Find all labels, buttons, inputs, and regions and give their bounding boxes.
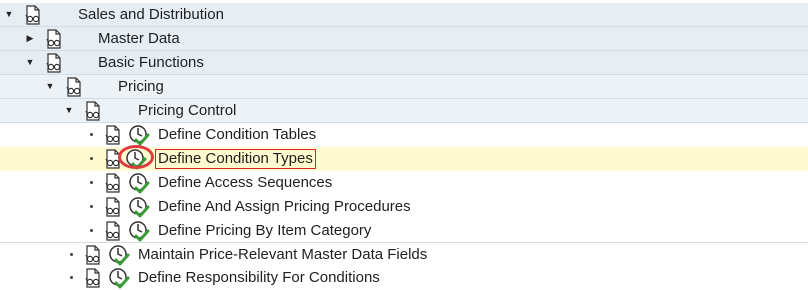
leaf-bullet bbox=[90, 205, 93, 208]
tree-label: Define And Assign Pricing Procedures bbox=[158, 198, 411, 215]
tree-label: Basic Functions bbox=[98, 54, 204, 71]
tree-label: Define Condition Types bbox=[155, 149, 316, 169]
leaf-bullet bbox=[70, 276, 73, 279]
clock-check-icon[interactable] bbox=[128, 196, 150, 218]
leaf-bullet bbox=[70, 253, 73, 256]
tree-item-define-responsibility[interactable]: Define Responsibility For Conditions bbox=[0, 266, 808, 290]
tree-item-define-assign-pricing-procedures[interactable]: Define And Assign Pricing Procedures bbox=[0, 195, 808, 219]
leaf-bullet bbox=[90, 157, 93, 160]
clock-check-icon[interactable] bbox=[125, 148, 147, 170]
tree-item-maintain-price-relevant-fields[interactable]: Maintain Price-Relevant Master Data Fiel… bbox=[0, 242, 808, 266]
spectacles-doc-icon[interactable] bbox=[83, 245, 103, 265]
clock-check-icon[interactable] bbox=[108, 244, 130, 266]
expand-toggle[interactable]: ▶ bbox=[25, 33, 35, 43]
tree-item-define-pricing-by-item-category[interactable]: Define Pricing By Item Category bbox=[0, 219, 808, 243]
leaf-bullet bbox=[90, 133, 93, 136]
tree-item-define-access-sequences[interactable]: Define Access Sequences bbox=[0, 171, 808, 195]
tree-label: Define Pricing By Item Category bbox=[158, 222, 372, 239]
leaf-bullet bbox=[90, 181, 93, 184]
tree-node-pricing[interactable]: ▼ Pricing bbox=[0, 75, 808, 99]
spectacles-doc-icon bbox=[64, 77, 84, 97]
spectacles-doc-icon[interactable] bbox=[103, 173, 123, 193]
collapse-toggle[interactable]: ▼ bbox=[4, 9, 14, 19]
collapse-toggle[interactable]: ▼ bbox=[25, 57, 35, 67]
leaf-bullet bbox=[90, 229, 93, 232]
tree-item-define-condition-types[interactable]: Define Condition Types bbox=[0, 147, 808, 171]
spectacles-doc-icon bbox=[83, 101, 103, 121]
spectacles-doc-icon[interactable] bbox=[83, 268, 103, 288]
tree-label: Master Data bbox=[98, 30, 180, 47]
collapse-toggle[interactable]: ▼ bbox=[45, 81, 55, 91]
tree-node-sales-distribution[interactable]: ▼ Sales and Distribution bbox=[0, 3, 808, 27]
tree-label: Pricing bbox=[118, 78, 164, 95]
clock-check-icon[interactable] bbox=[128, 220, 150, 242]
tree-node-basic-functions[interactable]: ▼ Basic Functions bbox=[0, 51, 808, 75]
tree-label: Define Responsibility For Conditions bbox=[138, 269, 380, 286]
tree-label: Sales and Distribution bbox=[78, 6, 224, 23]
spectacles-doc-icon[interactable] bbox=[103, 125, 123, 145]
spectacles-doc-icon[interactable] bbox=[103, 221, 123, 241]
spectacles-doc-icon[interactable] bbox=[103, 197, 123, 217]
tree-item-define-condition-tables[interactable]: Define Condition Tables bbox=[0, 123, 808, 147]
tree-label: Maintain Price-Relevant Master Data Fiel… bbox=[138, 246, 428, 263]
collapse-toggle[interactable]: ▼ bbox=[64, 105, 74, 115]
spectacles-doc-icon bbox=[23, 5, 43, 25]
spectacles-doc-icon bbox=[44, 53, 64, 73]
tree-label: Define Access Sequences bbox=[158, 174, 333, 191]
tree-label: Define Condition Tables bbox=[158, 126, 317, 143]
spectacles-doc-icon bbox=[44, 29, 64, 49]
clock-check-icon[interactable] bbox=[128, 124, 150, 146]
spectacles-doc-icon[interactable] bbox=[103, 149, 123, 169]
clock-check-icon[interactable] bbox=[128, 172, 150, 194]
tree-label: Pricing Control bbox=[138, 102, 237, 119]
clock-check-icon[interactable] bbox=[108, 267, 130, 289]
tree-node-master-data[interactable]: ▶ Master Data bbox=[0, 27, 808, 51]
tree-node-pricing-control[interactable]: ▼ Pricing Control bbox=[0, 99, 808, 123]
